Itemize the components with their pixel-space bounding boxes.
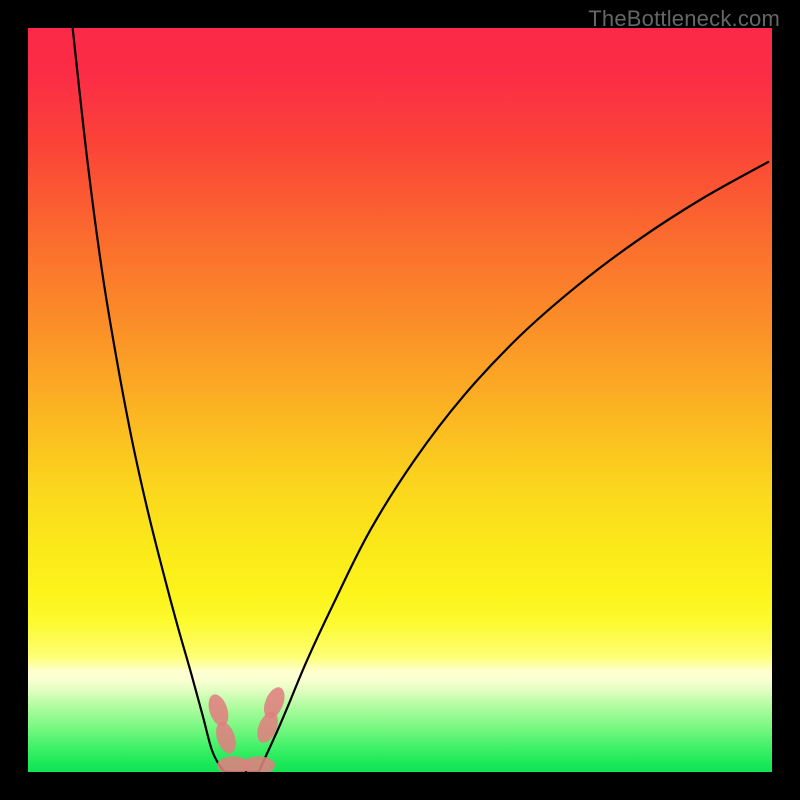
marker-layer <box>28 28 772 772</box>
chart-frame: TheBottleneck.com <box>0 0 800 800</box>
watermark-text: TheBottleneck.com <box>588 6 780 32</box>
marker-right-lower <box>253 709 282 746</box>
marker-left-upper <box>205 692 232 729</box>
plot-area <box>28 28 772 772</box>
marker-left-lower <box>212 719 239 756</box>
marker-bottom-right <box>242 756 275 772</box>
